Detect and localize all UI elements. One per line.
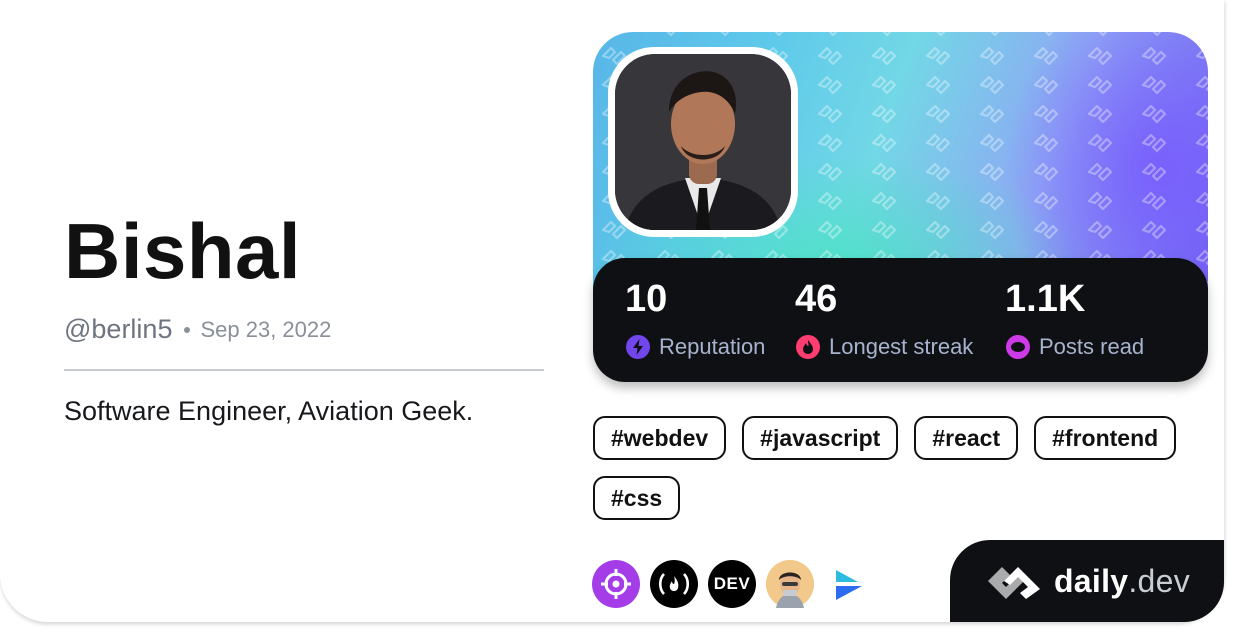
brand-name: daily — [1053, 562, 1129, 599]
tag-chip[interactable]: #javascript — [742, 416, 899, 460]
avatar-icon[interactable] — [766, 560, 814, 608]
stat-value: 10 — [625, 278, 668, 320]
stat-reputation: 10 Reputation — [625, 280, 765, 360]
stat-streak: 46 Longest streak — [795, 280, 973, 360]
dev-icon[interactable]: DEV — [708, 560, 756, 608]
tag-chip[interactable]: #react — [914, 416, 1019, 460]
join-date: Sep 23, 2022 — [200, 316, 332, 342]
avatar[interactable] — [615, 54, 791, 230]
ring-icon — [1006, 335, 1030, 359]
stat-posts-read: 1.1K Posts read — [1005, 280, 1144, 360]
profile-bio: Software Engineer, Aviation Geek. — [64, 396, 474, 426]
brand-wordmark: daily.dev — [1054, 563, 1190, 600]
daily-dev-brand[interactable]: daily.dev — [950, 540, 1224, 622]
stat-label: Reputation — [659, 334, 766, 359]
flame-icon — [796, 335, 820, 359]
divider — [64, 369, 544, 371]
separator-dot — [184, 326, 191, 333]
source-badges: DEV — [592, 560, 872, 608]
tag-chip[interactable]: #webdev — [593, 416, 727, 460]
tag-chip[interactable]: #css — [593, 476, 681, 520]
stats-panel: 10 Reputation 46 Longest streak 1.1K Pos… — [593, 258, 1208, 382]
stat-value: 1.1K — [1005, 278, 1086, 320]
profile-name: Bishal — [64, 207, 302, 295]
tag-chip[interactable]: #frontend — [1034, 416, 1177, 460]
bolt-icon — [626, 335, 650, 359]
stat-value: 46 — [795, 278, 838, 320]
daily-dev-logo-icon — [987, 567, 1040, 599]
crosshair-icon[interactable] — [592, 560, 640, 608]
tag-list: #webdev #javascript #react #frontend #cs… — [593, 416, 1203, 520]
profile-meta: @berlin5 Sep 23, 2022 — [64, 314, 331, 345]
stat-label: Posts read — [1039, 334, 1145, 359]
arrow-logo-icon[interactable] — [824, 560, 872, 608]
avatar-portrait — [615, 54, 791, 230]
brand-suffix: .dev — [1128, 562, 1191, 599]
avatar-frame — [608, 47, 798, 237]
dev-badge-text: DEV — [713, 574, 751, 593]
stat-label: Longest streak — [829, 334, 974, 359]
freecodecamp-icon[interactable] — [650, 560, 698, 608]
profile-handle[interactable]: @berlin5 — [64, 314, 172, 345]
